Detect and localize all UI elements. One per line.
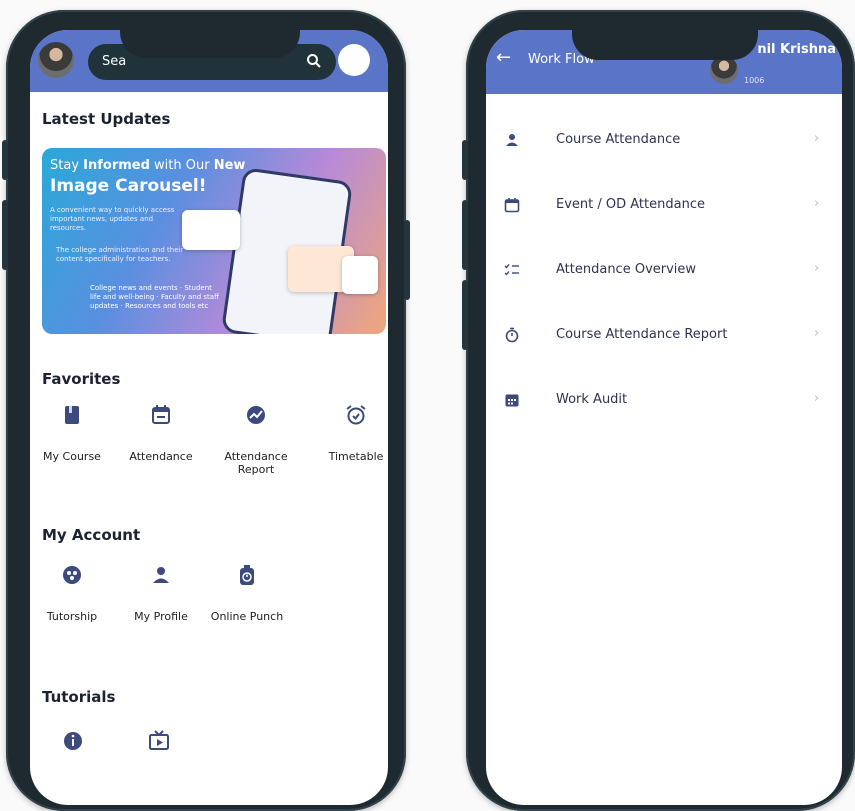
back-arrow-icon[interactable]: ←	[496, 47, 511, 68]
chevron-right-icon: ›	[814, 196, 820, 211]
phone-frame-right: ← Work Flow nil Krishna 1006 Course Atte…	[462, 10, 855, 811]
menu-course-attendance-report[interactable]: Course Attendance Report ›	[486, 317, 842, 357]
search-placeholder: Sea	[102, 54, 127, 69]
person-icon	[506, 134, 518, 146]
account-tutorship[interactable]: Tutorship	[30, 564, 115, 623]
banner-line1: Stay Informed with Our New	[50, 158, 246, 173]
menu-attendance-overview[interactable]: Attendance Overview ›	[486, 252, 842, 292]
home-screen: Sea Latest Updates Stay Informed with Ou…	[30, 30, 388, 805]
chevron-right-icon: ›	[814, 391, 820, 406]
menu-label: Course Attendance Report	[556, 327, 728, 342]
work-flow-screen: ← Work Flow nil Krishna 1006 Course Atte…	[486, 30, 842, 805]
account-online-punch[interactable]: Online Punch	[204, 564, 290, 623]
menu-event-od-attendance[interactable]: Event / OD Attendance ›	[486, 187, 842, 227]
phone-frame-left: Sea Latest Updates Stay Informed with Ou…	[2, 10, 410, 811]
menu-work-audit[interactable]: Work Audit ›	[486, 382, 842, 422]
side-button	[2, 200, 8, 270]
favorites-title: Favorites	[42, 370, 121, 388]
menu-label: Attendance Overview	[556, 262, 697, 277]
side-button	[462, 280, 468, 350]
banner-headline: Image Carousel!	[50, 176, 207, 196]
calendar-icon	[152, 405, 170, 424]
calendar-icon	[504, 198, 520, 213]
alarm-clock-icon	[346, 405, 366, 425]
profile-button[interactable]	[338, 44, 370, 76]
menu-course-attendance[interactable]: Course Attendance ›	[486, 122, 842, 162]
banner-card	[342, 256, 378, 294]
my-account-title: My Account	[42, 526, 141, 544]
image-carousel-banner[interactable]: Stay Informed with Our New Image Carouse…	[42, 148, 386, 334]
favorite-attendance-report[interactable]: Attendance Report	[213, 404, 299, 476]
notch	[120, 30, 300, 58]
person-icon	[153, 567, 169, 583]
account-my-profile[interactable]: My Profile	[118, 564, 204, 623]
chevron-right-icon: ›	[814, 261, 820, 276]
avatar[interactable]	[38, 42, 74, 78]
side-button	[404, 220, 410, 300]
banner-card	[182, 210, 240, 250]
user-name: nil Krishna	[757, 42, 836, 57]
user-id: 1006	[744, 76, 765, 85]
menu-label: Work Audit	[556, 392, 628, 407]
punch-timer-icon	[240, 565, 254, 585]
chevron-right-icon: ›	[814, 326, 820, 341]
calendar-grid-icon	[505, 394, 519, 407]
chevron-right-icon: ›	[814, 131, 820, 146]
side-button	[462, 140, 468, 180]
favorite-attendance[interactable]: Attendance	[118, 404, 204, 463]
favorite-my-course[interactable]: My Course	[30, 404, 115, 463]
search-icon[interactable]	[306, 53, 322, 69]
tv-play-icon[interactable]	[148, 730, 170, 752]
stopwatch-icon	[505, 327, 519, 343]
banner-bullets: College news and events · Student life a…	[90, 284, 219, 310]
menu-label: Course Attendance	[556, 132, 681, 147]
favorite-timetable[interactable]: Timetable	[313, 404, 388, 463]
latest-updates-title: Latest Updates	[42, 110, 171, 128]
menu-label: Event / OD Attendance	[556, 197, 705, 212]
book-icon	[65, 406, 79, 424]
chart-icon	[247, 406, 265, 424]
notch	[572, 30, 758, 60]
tutorials-title: Tutorials	[42, 688, 116, 706]
checklist-icon	[504, 264, 519, 276]
side-button	[2, 140, 8, 180]
banner-text: A convenient way to quickly access impor…	[50, 206, 175, 232]
info-icon[interactable]	[62, 730, 84, 752]
side-button	[462, 200, 468, 270]
avatar[interactable]	[710, 56, 738, 84]
banner-text: The college administration and their con…	[56, 246, 184, 263]
group-icon	[63, 566, 81, 584]
